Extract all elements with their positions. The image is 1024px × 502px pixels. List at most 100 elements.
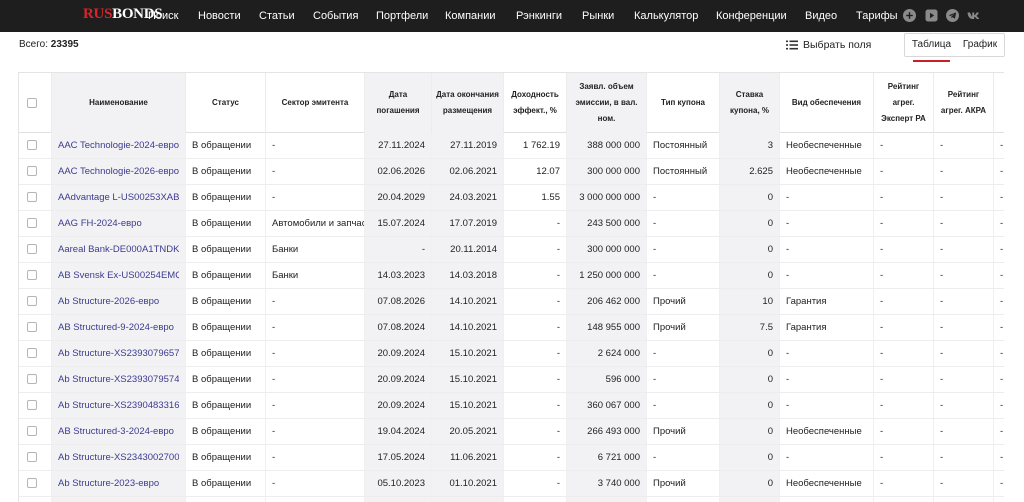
nav-articles[interactable]: Статьи [259,9,295,23]
bond-name-link[interactable]: AB Structured-3-2024-евро [58,419,179,444]
sector-cell: - [266,133,365,158]
vk-icon[interactable] [967,9,980,22]
youtube-icon[interactable] [925,9,938,22]
bond-name-cell[interactable] [52,497,186,502]
issue-volume-cell: 596 000 [567,367,647,392]
issue-volume-header[interactable]: Заявл. объем эмиссии, в вал. ном. [567,73,647,133]
bond-name-link[interactable]: Aareal Bank-DE000A1TNDK2 [58,237,179,262]
bond-name-cell[interactable]: AB Structured-9-2024-евро [52,315,186,340]
bond-name-cell[interactable]: AAdvantage L-US00253XAB73 [52,185,186,210]
bond-name-link[interactable]: Ab Structure-XS2343002700 [58,445,179,470]
bond-name-cell[interactable]: Ab Structure-XS2343002700 [52,445,186,470]
placement-end-header[interactable]: Дата окончания размещения [432,73,504,133]
collateral-header[interactable]: Вид обеспечения [780,73,874,133]
row-checkbox[interactable] [27,270,37,280]
bond-name-link[interactable]: Ab Structure-XS2393079574 [58,367,179,392]
nav-news[interactable]: Новости [198,9,241,23]
bond-name-cell[interactable]: Ab Structure-2026-евро [52,289,186,314]
placement-end-cell: 14.10.2021 [432,315,504,340]
issue-volume-cell: 6 721 000 [567,445,647,470]
bond-name-link[interactable]: Ab Structure-2023-евро [58,471,179,496]
bond-name-link[interactable]: Ab Structure-XS2390483316 [58,393,179,418]
extra-cell: - [994,471,1004,496]
row-checkbox[interactable] [27,218,37,228]
bond-name-cell[interactable]: AAC Technologie-2026-евро [52,159,186,184]
row-checkbox[interactable] [27,478,37,488]
row-checkbox[interactable] [27,374,37,384]
coupon-type-cell: - [647,393,720,418]
tab-table[interactable]: Таблица [909,34,954,62]
bond-name-cell[interactable]: AB Svensk Ex-US00254EMQ25 [52,263,186,288]
bond-name-cell[interactable]: Ab Structure-XS2393079657 [52,341,186,366]
select-all-header [19,73,52,133]
bond-name-link[interactable]: AB Structured-9-2024-евро [58,315,179,340]
rating-expert-ra-header[interactable]: Рейтинг агрег. Эксперт РА [874,73,934,133]
sector-header[interactable]: Сектор эмитента [266,73,365,133]
bond-name-cell[interactable]: AAG FH-2024-евро [52,211,186,236]
coupon-type-cell [647,497,720,502]
row-checkbox[interactable] [27,296,37,306]
rating-expert-ra-cell: - [874,211,934,236]
name-header[interactable]: Наименование [52,73,186,133]
placement-end-cell: 20.11.2014 [432,237,504,262]
tab-chart[interactable]: График [959,34,1001,56]
extra-cell: - [994,315,1004,340]
extra-cell: - [994,289,1004,314]
row-checkbox[interactable] [27,140,37,150]
status-cell: В обращении [186,211,266,236]
bond-name-link[interactable]: AAG FH-2024-евро [58,211,179,236]
nav-portfolios[interactable]: Портфели [376,9,428,23]
extra-cell: - [994,419,1004,444]
row-checkbox[interactable] [27,166,37,176]
bond-name-link[interactable]: AAC Technologie-2026-евро [58,159,179,184]
bond-name-cell[interactable]: AB Structured-3-2024-евро [52,419,186,444]
bond-name-link[interactable]: AAdvantage L-US00253XAB73 [58,185,179,210]
nav-tariffs[interactable]: Тарифы [856,9,898,23]
select-fields-label: Выбрать поля [803,39,872,51]
coupon-rate-header[interactable]: Ставка купона, % [720,73,780,133]
select-fields-button[interactable]: Выбрать поля [786,38,871,52]
maturity-date-cell: 05.10.2023 [365,471,432,496]
table-row: Ab Structure-2026-евро В обращении -07.08.… [19,289,1004,315]
row-checkbox[interactable] [27,192,37,202]
nav-events[interactable]: События [313,9,358,23]
extra-header[interactable]: - [994,73,1004,133]
nav-search[interactable]: Поиск [148,9,178,23]
rating-akra-cell: - [934,445,994,470]
sector-cell: Банки [266,237,365,262]
yield-header[interactable]: Доходность эффект., % [504,73,567,133]
row-checkbox[interactable] [27,322,37,332]
coupon-type-header[interactable]: Тип купона [647,73,720,133]
row-checkbox[interactable] [27,400,37,410]
bond-name-cell[interactable]: Aareal Bank-DE000A1TNDK2 [52,237,186,262]
row-checkbox[interactable] [27,244,37,254]
bond-name-link[interactable]: AB Svensk Ex-US00254EMQ25 [58,263,179,288]
placement-end-cell: 15.10.2021 [432,367,504,392]
bond-name-cell[interactable]: Ab Structure-XS2393079574 [52,367,186,392]
nav-markets[interactable]: Рынки [582,9,614,23]
row-checkbox[interactable] [27,452,37,462]
row-checkbox[interactable] [27,348,37,358]
sector-cell: Автомобили и запчасти [266,211,365,236]
bond-name-link[interactable]: AAC Technologie-2024-евро [58,133,179,158]
nav-video[interactable]: Видео [805,9,837,23]
rating-akra-header[interactable]: Рейтинг агрег. АКРА [934,73,994,133]
select-all-checkbox[interactable] [27,98,37,108]
nav-conferences[interactable]: Конференции [716,9,787,23]
nav-rankings[interactable]: Рэнкинги [516,9,562,23]
row-checkbox[interactable] [27,426,37,436]
rating-expert-ra-cell: - [874,315,934,340]
nav-companies[interactable]: Компании [445,9,496,23]
maturity-date-header[interactable]: Дата погашения [365,73,432,133]
bond-name-link[interactable]: Ab Structure-2026-евро [58,289,179,314]
status-header[interactable]: Статус [186,73,266,133]
bond-name-cell[interactable]: Ab Structure-2023-евро [52,471,186,496]
telegram-icon[interactable] [946,9,959,22]
status-cell: В обращении [186,159,266,184]
bond-name-cell[interactable]: Ab Structure-XS2390483316 [52,393,186,418]
plus-circle-icon[interactable] [903,9,916,22]
issue-volume-cell: 300 000 000 [567,159,647,184]
bond-name-link[interactable]: Ab Structure-XS2393079657 [58,341,179,366]
bond-name-cell[interactable]: AAC Technologie-2024-евро [52,133,186,158]
nav-calculator[interactable]: Калькулятор [634,9,698,23]
